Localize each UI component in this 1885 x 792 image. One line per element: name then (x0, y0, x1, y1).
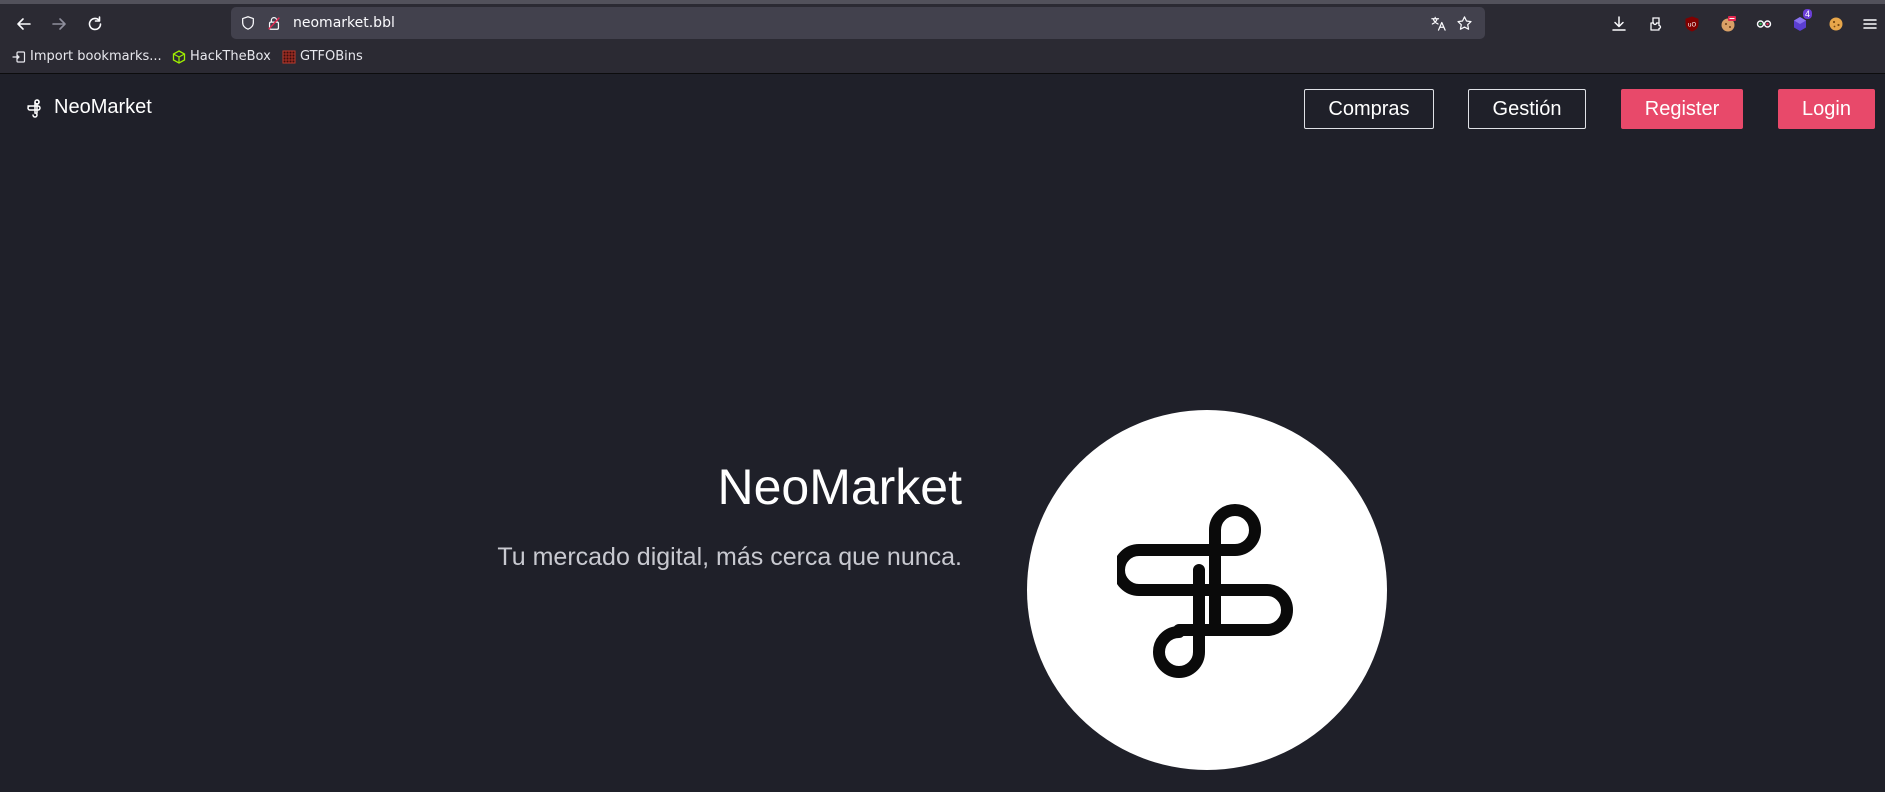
neomarket-logo-icon (1117, 504, 1293, 678)
gestion-button[interactable]: Gestión (1468, 89, 1586, 129)
menu-icon (1863, 19, 1877, 29)
bookmark-import[interactable]: Import bookmarks... (12, 49, 162, 64)
bookmark-label: Import bookmarks... (30, 49, 162, 64)
app-menu-button[interactable] (1856, 10, 1884, 38)
back-button[interactable] (10, 10, 38, 38)
brand-name: NeoMarket (54, 96, 152, 118)
page-body: NeoMarket Compras Gestión Register Login… (0, 74, 1885, 792)
bookmark-label: HackTheBox (190, 49, 271, 64)
bookmark-gtfobins[interactable]: GTFOBins (282, 49, 363, 64)
back-icon (17, 18, 31, 30)
bookmark-hackthebox[interactable]: HackTheBox (172, 49, 271, 64)
svg-text:uO: uO (1688, 22, 1697, 29)
browser-chrome: neomarket.bbl uO 4 Import bookmarks... H… (0, 0, 1885, 74)
import-icon (12, 50, 26, 63)
ublock-button[interactable]: uO (1678, 10, 1706, 38)
cookie-editor-icon (1721, 16, 1736, 32)
hero-title: NeoMarket (717, 459, 962, 515)
hackthebox-icon (172, 49, 186, 64)
url-bar[interactable]: neomarket.bbl (231, 7, 1485, 39)
download-icon (1612, 16, 1626, 31)
extensions-icon (1650, 17, 1662, 31)
register-button[interactable]: Register (1621, 89, 1743, 129)
reload-button[interactable] (81, 10, 109, 38)
url-text[interactable]: neomarket.bbl (293, 15, 395, 31)
translate-icon[interactable] (1429, 14, 1447, 32)
gtfobins-icon (282, 50, 296, 63)
lock-icon[interactable] (265, 14, 283, 32)
hero-subtitle: Tu mercado digital, más cerca que nunca. (497, 543, 962, 571)
extension-badge: 4 (1802, 9, 1812, 19)
navbar-brand[interactable]: NeoMarket (24, 96, 152, 119)
browser-toolbar: neomarket.bbl uO 4 (0, 4, 1885, 42)
bookmarks-toolbar: Import bookmarks... HackTheBox GTFOBins (0, 46, 1885, 70)
ublock-icon: uO (1685, 16, 1699, 32)
compras-button[interactable]: Compras (1304, 89, 1434, 129)
neomarket-logo-icon (27, 98, 41, 118)
bookmark-label: GTFOBins (300, 49, 363, 64)
hero-logo (1027, 410, 1387, 770)
shield-icon[interactable] (239, 14, 257, 32)
wappalyzer-button[interactable] (1750, 10, 1778, 38)
wappalyzer-icon (1756, 20, 1772, 28)
reload-icon (88, 16, 102, 31)
login-button[interactable]: Login (1778, 89, 1875, 129)
extensions-button[interactable] (1642, 10, 1670, 38)
cookie-icon (1829, 17, 1843, 31)
forward-icon (52, 18, 66, 30)
cookie-extension-button[interactable] (1822, 10, 1850, 38)
forward-button[interactable] (45, 10, 73, 38)
cookie-editor-button[interactable] (1714, 10, 1742, 38)
star-icon[interactable] (1455, 14, 1473, 32)
downloads-button[interactable] (1605, 10, 1633, 38)
foxyproxy-button[interactable]: 4 (1786, 9, 1814, 38)
